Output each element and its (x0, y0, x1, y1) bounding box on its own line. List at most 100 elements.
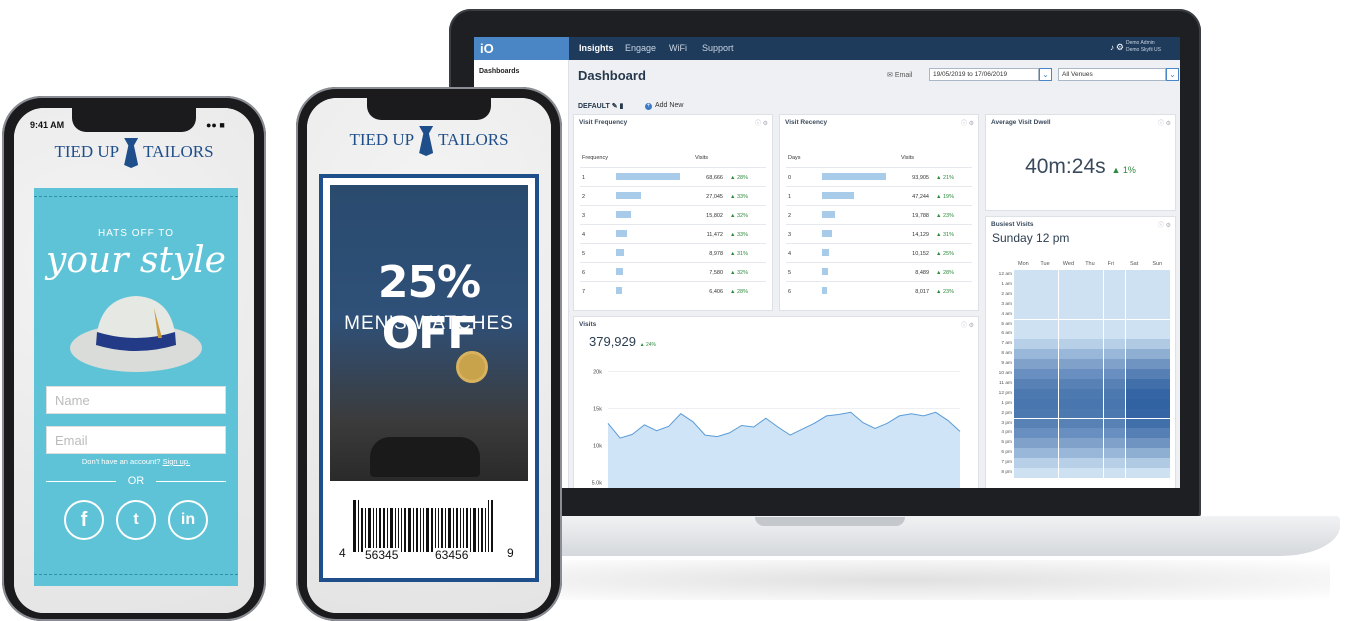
heatmap-cell (1081, 408, 1104, 419)
heatmap-cell (1126, 359, 1148, 369)
heatmap-cell (1148, 309, 1171, 320)
heatmap-cell (1126, 468, 1148, 478)
heatmap-day-label: Fri (1107, 261, 1115, 267)
heatmap-cell (1081, 378, 1104, 389)
row-change: ▲ 19% (936, 194, 954, 200)
table-row: 3 14,129 ▲ 31% (786, 224, 972, 243)
row-label: 1 (582, 175, 586, 181)
nav-support[interactable]: Support (702, 43, 734, 53)
chevron-down-icon[interactable]: ⌄ (1039, 68, 1052, 81)
heatmap-cell (1014, 339, 1036, 350)
heatmap-cell (1058, 279, 1081, 290)
row-visits: 68,666 (706, 175, 723, 181)
table-row: 4 11,472 ▲ 33% (580, 224, 766, 243)
bell-icon[interactable]: ♪ (1110, 43, 1114, 52)
column-header-visits: Visits (900, 155, 914, 161)
heatmap-cell (1014, 438, 1036, 449)
app-logo[interactable]: iO (474, 37, 569, 60)
heatmap-cell (1014, 428, 1036, 439)
heatmap-cell (1014, 468, 1036, 478)
row-bar (616, 230, 627, 237)
email-button[interactable]: ✉ Email (887, 71, 912, 79)
table-row: 0 93,905 ▲ 21% (786, 167, 972, 186)
heatmap-cell (1103, 398, 1126, 409)
barcode-bar (448, 508, 451, 552)
nav-wifi[interactable]: WiFi (669, 43, 687, 53)
nav-insights[interactable]: Insights (579, 43, 614, 53)
heatmap-cell (1058, 359, 1081, 369)
dwell-value: 40m:24s ▲ 1% (986, 155, 1175, 179)
linkedin-icon[interactable]: in (168, 500, 208, 540)
heatmap-cell (1148, 369, 1171, 379)
barcode-bar (460, 508, 461, 552)
brand-logo: TIED UP TAILORS (14, 138, 254, 168)
row-visits: 8,978 (709, 251, 723, 257)
user-name: Demo Admin (1126, 40, 1155, 46)
row-visits: 27,045 (706, 194, 723, 200)
user-menu[interactable]: Demo Admin Demo Skyfii US (1126, 40, 1176, 54)
heatmap-cell (1103, 359, 1126, 369)
name-field[interactable]: Name (46, 386, 226, 414)
info-settings-icon[interactable]: ⓘ ⚙ (755, 118, 768, 127)
info-settings-icon[interactable]: ⓘ ⚙ (1158, 118, 1171, 127)
signup-link[interactable]: Sign up. (163, 457, 191, 466)
row-bar (822, 268, 828, 275)
barcode-bar (470, 508, 471, 552)
add-new-button[interactable]: + Add New (645, 102, 683, 110)
chevron-down-icon[interactable]: ⌄ (1166, 68, 1179, 81)
heatmap-cell (1126, 448, 1148, 459)
table-row: 5 8,978 ▲ 31% (580, 243, 766, 262)
barcode-bar (491, 500, 493, 552)
heatmap-cell (1148, 359, 1171, 369)
heatmap-cell (1058, 369, 1081, 379)
heatmap-cell (1126, 279, 1148, 290)
heatmap-cell (1126, 398, 1148, 409)
heatmap-cell (1014, 319, 1036, 330)
barcode-digit-start: 4 (339, 546, 346, 560)
sidebar-item-dashboards[interactable]: Dashboards (479, 68, 519, 75)
heatmap-cell (1058, 458, 1081, 468)
heatmap-cell (1103, 329, 1126, 340)
column-header-visits: Visits (694, 155, 708, 161)
heatmap-cell (1081, 398, 1104, 409)
trash-icon[interactable]: ▮ (620, 103, 624, 110)
info-settings-icon[interactable]: ⓘ ⚙ (1158, 220, 1171, 229)
heatmap-cell (1148, 448, 1171, 459)
twitter-icon[interactable]: t (116, 500, 156, 540)
heatmap-cell (1036, 378, 1059, 389)
facebook-icon[interactable]: f (64, 500, 104, 540)
heatmap-cell (1148, 468, 1171, 478)
heatmap-cell (1036, 309, 1059, 320)
row-label: 3 (582, 213, 586, 219)
table-row: 3 15,802 ▲ 32% (580, 205, 766, 224)
info-settings-icon[interactable]: ⓘ ⚙ (961, 118, 974, 127)
dashboard-default-label: DEFAULT (578, 103, 610, 110)
email-field[interactable]: Email (46, 426, 226, 454)
heatmap-hour-label: 10 am (998, 371, 1012, 376)
status-icons: ●● ■ (206, 120, 225, 130)
top-nav: iO Insights Engage WiFi Support ♪ ⚙ Demo… (474, 37, 1180, 60)
phone-notch (72, 108, 196, 132)
row-bar (616, 287, 622, 294)
row-visits: 6,406 (709, 289, 723, 295)
gear-icon[interactable]: ⚙ (1116, 42, 1124, 53)
heatmap-hour-label: 5 pm (1001, 440, 1012, 446)
row-visits: 19,788 (912, 213, 929, 219)
heatmap-cell (1036, 468, 1059, 478)
laptop-shadow (470, 560, 1330, 600)
row-label: 6 (582, 270, 586, 276)
nav-engage[interactable]: Engage (625, 43, 656, 53)
date-range-select[interactable]: 19/05/2019 to 17/06/2019 (929, 68, 1039, 81)
heatmap-cell (1103, 289, 1126, 300)
barcode-bar (481, 508, 483, 552)
table-row: 1 68,666 ▲ 28% (580, 167, 766, 186)
barcode-bar (416, 508, 418, 552)
table-header: Days Visits (786, 155, 972, 165)
promo-image: 25% OFF MEN'S WATCHES (330, 185, 528, 481)
edit-icon[interactable]: ✎ (612, 103, 618, 110)
heatmap-cell (1058, 289, 1081, 300)
heatmap-cell (1103, 458, 1126, 468)
heatmap-cell (1103, 279, 1126, 290)
heatmap-cell (1126, 349, 1148, 360)
venue-select[interactable]: All Venues (1058, 68, 1166, 81)
